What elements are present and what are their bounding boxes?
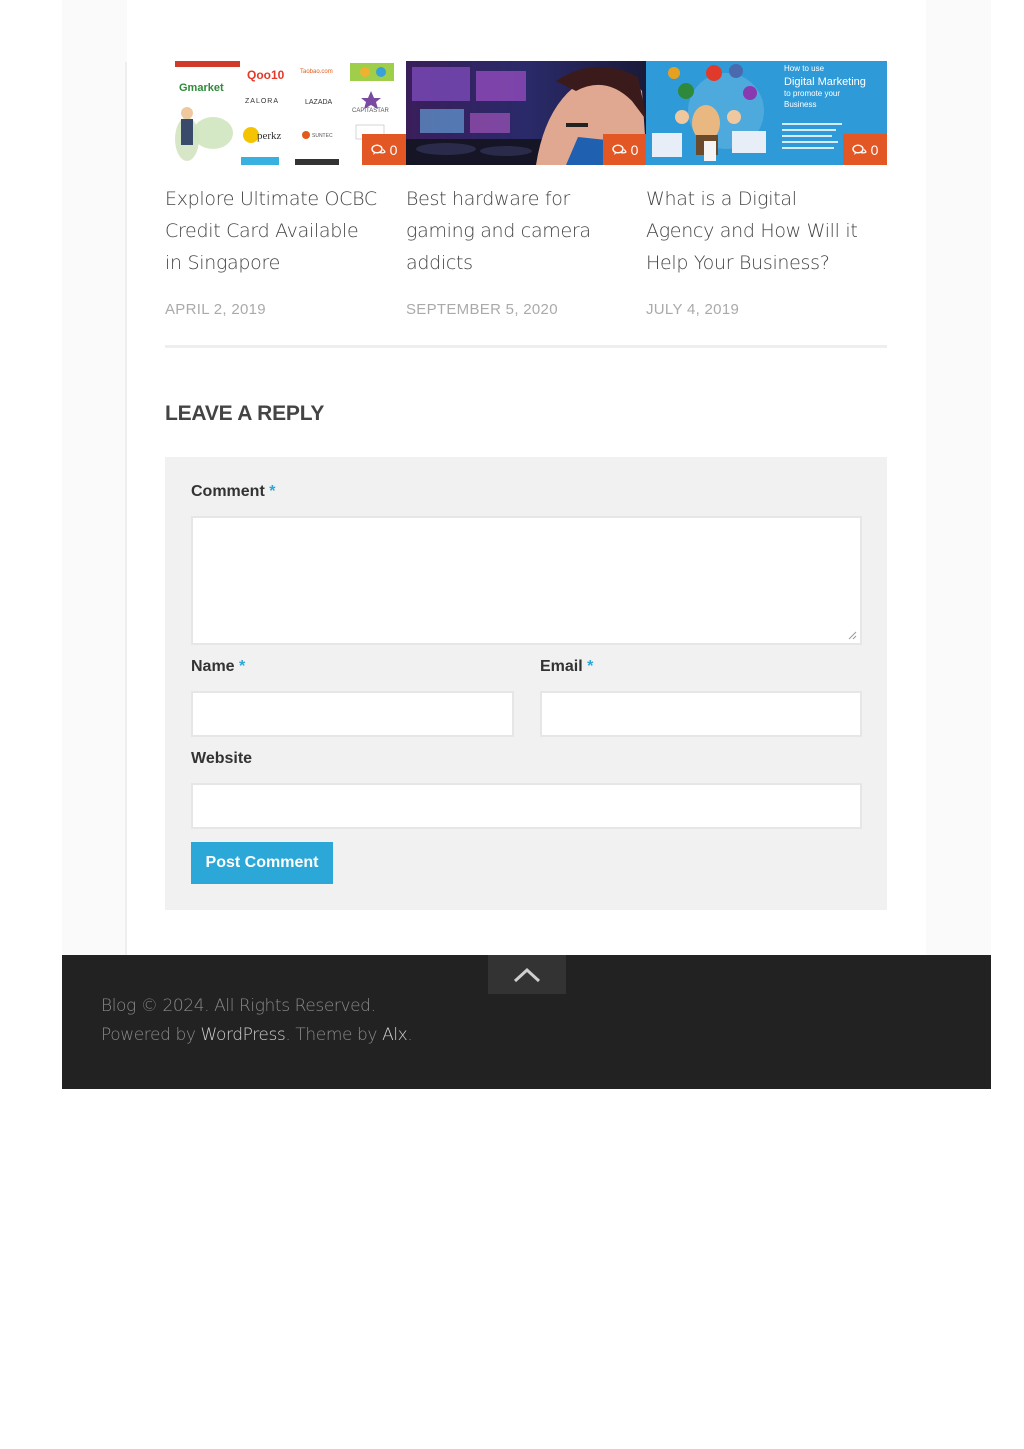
website-label: Website (191, 750, 252, 768)
sidebar-border (125, 62, 127, 955)
comment-form: Comment * Name * Email * Website Post Co… (165, 457, 887, 910)
chevron-up-icon (513, 967, 541, 982)
capitastar-logo: CAPITASTAR (352, 108, 389, 114)
gmarket-logo: Gmarket (179, 82, 224, 94)
related-post[interactable]: How to use Digital Marketing to promote … (646, 61, 887, 318)
taobao-logo: Taobao.com (300, 69, 333, 75)
back-to-top-button[interactable] (488, 955, 566, 994)
speech-bubbles-icon (370, 144, 386, 155)
site-footer: Blog © 2024. All Rights Reserved. Powere… (62, 955, 991, 1089)
email-label-text: Email (540, 658, 583, 675)
comment-count-badge[interactable]: 0 (843, 134, 887, 165)
lazada-logo: LAZADA (305, 99, 333, 106)
comment-label-text: Comment (191, 483, 265, 500)
powered-by-text: Powered by (101, 1025, 201, 1045)
thumb-text: How to use (784, 64, 825, 73)
name-label: Name * (191, 658, 245, 676)
email-input[interactable] (540, 691, 862, 737)
section-divider (165, 345, 887, 348)
post-title-link[interactable]: Best hardware for gaming and camera addi… (406, 183, 621, 279)
post-title-link[interactable]: What is a Digital Agency and How Will it… (646, 183, 861, 279)
speech-bubbles-icon (611, 144, 627, 155)
related-post[interactable]: Gmarket Qoo10 Taobao.com ZALORA LAZADA C… (165, 61, 406, 318)
email-label: Email * (540, 658, 593, 676)
qoo10-logo: Qoo10 (247, 68, 285, 82)
comment-count: 0 (630, 141, 639, 158)
name-label-text: Name (191, 658, 235, 675)
reply-heading: LEAVE A REPLY (165, 402, 325, 425)
required-mark: * (269, 483, 276, 500)
post-title-link[interactable]: Explore Ultimate OCBC Credit Card Availa… (165, 183, 380, 279)
thumb-text: Digital Marketing (784, 76, 866, 88)
resize-handle-icon[interactable] (848, 631, 857, 640)
post-date: APRIL 2, 2019 (165, 301, 266, 318)
perkz-logo: perkz (257, 130, 282, 142)
post-date: SEPTEMBER 5, 2020 (406, 301, 558, 318)
post-thumbnail[interactable]: 0 (406, 61, 647, 165)
thumb-text: to promote your (784, 89, 840, 98)
comment-count-badge[interactable]: 0 (603, 134, 647, 165)
website-label-text: Website (191, 750, 253, 767)
comment-count: 0 (389, 141, 398, 158)
comment-label: Comment * (191, 483, 275, 501)
suntec-logo: SUNTEC (312, 133, 333, 139)
comment-count-badge[interactable]: 0 (362, 134, 406, 165)
related-post[interactable]: 0 Best hardware for gaming and camera ad… (406, 61, 647, 318)
post-thumbnail[interactable]: Gmarket Qoo10 Taobao.com ZALORA LAZADA C… (165, 61, 406, 165)
comment-textarea[interactable] (191, 516, 862, 645)
post-date: JULY 4, 2019 (646, 301, 740, 318)
comment-count: 0 (870, 141, 879, 158)
copyright-text: Blog © 2024. All Rights Reserved. (101, 996, 376, 1016)
thumb-text: Business (784, 100, 816, 109)
speech-bubbles-icon (851, 144, 867, 155)
theme-by-text: . Theme by (285, 1025, 383, 1045)
period-text: . (407, 1025, 413, 1045)
zalora-logo: ZALORA (245, 98, 279, 105)
required-mark: * (587, 658, 594, 675)
name-input[interactable] (191, 691, 514, 737)
post-comment-button[interactable]: Post Comment (191, 842, 333, 884)
wordpress-link[interactable]: WordPress (201, 1025, 286, 1045)
alx-link[interactable]: Alx (382, 1025, 408, 1045)
website-input[interactable] (191, 783, 862, 829)
required-mark: * (239, 658, 246, 675)
post-thumbnail[interactable]: How to use Digital Marketing to promote … (646, 61, 887, 165)
credits-text: Powered by WordPress. Theme by Alx. (101, 1025, 413, 1045)
